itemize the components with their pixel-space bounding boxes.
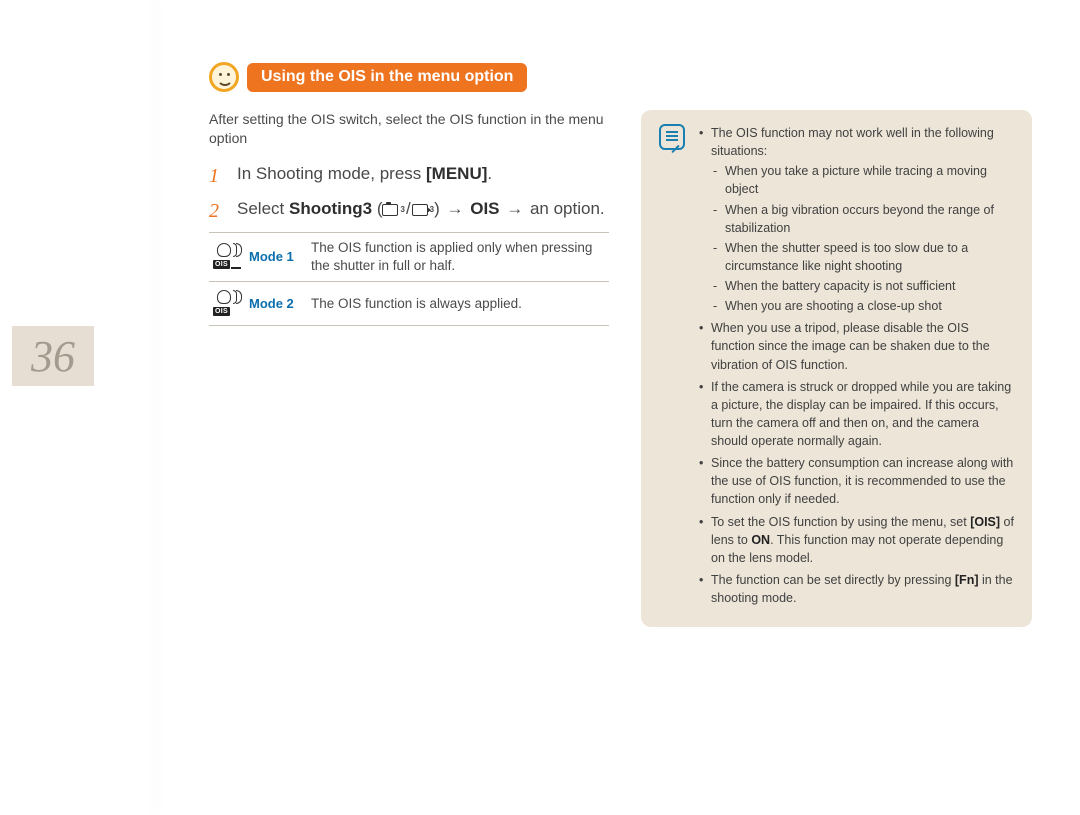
ois-mode1-icon: OIS — [213, 241, 241, 267]
note-item: When you use a tripod, please disable th… — [699, 319, 1014, 373]
mode-desc: The OIS function is applied only when pr… — [307, 232, 609, 281]
page-number: 36 — [31, 331, 75, 382]
step-number: 2 — [209, 197, 225, 226]
left-column: After setting the OIS switch, select the… — [209, 110, 609, 627]
note-subitem: When the battery capacity is not suffici… — [711, 277, 1014, 295]
video-icon — [412, 204, 428, 216]
note-item: Since the battery consumption can increa… — [699, 454, 1014, 508]
mode-table: OIS Mode 1 The OIS function is applied o… — [209, 232, 609, 327]
note-subitem: When the shutter speed is too slow due t… — [711, 239, 1014, 275]
section-heading: Using the OIS in the menu option — [247, 63, 527, 92]
step-number: 1 — [209, 162, 225, 191]
note-item: To set the OIS function by using the men… — [699, 513, 1014, 567]
note-subitem: When you are shooting a close-up shot — [711, 297, 1014, 315]
ois-mode2-icon: OIS — [213, 288, 241, 314]
right-column: The OIS function may not work well in th… — [641, 110, 1032, 627]
note-subitem: When you take a picture while tracing a … — [711, 162, 1014, 198]
note-list: The OIS function may not work well in th… — [699, 124, 1014, 611]
note-item: The OIS function may not work well in th… — [699, 124, 1014, 315]
note-icon — [659, 124, 685, 150]
mode-label: Mode 1 — [249, 249, 294, 264]
section-heading-row: Using the OIS in the menu option — [209, 62, 1032, 92]
step-body: In Shooting mode, press [MENU]. — [237, 162, 609, 191]
smiley-icon — [209, 62, 239, 92]
intro-text: After setting the OIS switch, select the… — [209, 110, 609, 148]
note-box: The OIS function may not work well in th… — [641, 110, 1032, 627]
step-body: Select Shooting3 (3/3) → OIS → an option… — [237, 197, 609, 226]
page-number-panel: 36 — [12, 326, 94, 386]
mode-desc: The OIS function is always applied. — [307, 282, 609, 326]
page-content: Using the OIS in the menu option After s… — [155, 0, 1080, 815]
step-1: 1 In Shooting mode, press [MENU]. — [209, 162, 609, 191]
camera-mode-icons: 3/3 — [382, 197, 434, 222]
note-subitem: When a big vibration occurs beyond the r… — [711, 201, 1014, 237]
mode-label: Mode 2 — [249, 296, 294, 311]
note-sublist: When you take a picture while tracing a … — [711, 162, 1014, 315]
camera-icon — [382, 204, 398, 216]
table-row: OIS Mode 2 The OIS function is always ap… — [209, 282, 609, 326]
table-row: OIS Mode 1 The OIS function is applied o… — [209, 232, 609, 281]
left-margin: 36 — [0, 0, 155, 815]
steps-list: 1 In Shooting mode, press [MENU]. 2 Sele… — [209, 162, 609, 226]
note-item: The function can be set directly by pres… — [699, 571, 1014, 607]
note-item: If the camera is struck or dropped while… — [699, 378, 1014, 451]
step-2: 2 Select Shooting3 (3/3) → OIS → an opti… — [209, 197, 609, 226]
